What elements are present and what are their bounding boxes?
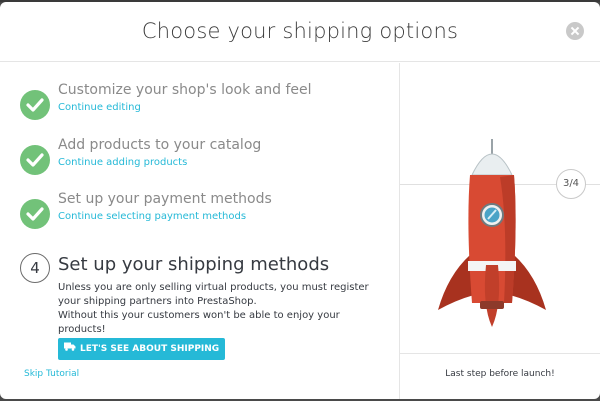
progress-pane: 3/4 Last step before launch!: [399, 63, 600, 399]
description-line-1: Unless you are only selling virtual prod…: [58, 282, 369, 307]
rocket-icon: [430, 135, 570, 339]
current-step-title: Set up your shipping methods: [58, 254, 330, 275]
check-icon: [20, 199, 50, 229]
continue-adding-products-link[interactable]: Continue adding products: [58, 157, 187, 168]
skip-tutorial-link[interactable]: Skip Tutorial: [24, 369, 79, 379]
step-title: Add products to your catalog: [58, 137, 262, 153]
check-icon: [20, 90, 50, 120]
truck-icon: [64, 338, 76, 360]
current-step-description: Unless you are only selling virtual prod…: [58, 281, 388, 337]
lets-see-about-shipping-button[interactable]: LET'S SEE ABOUT SHIPPING: [58, 338, 226, 360]
check-icon: [20, 145, 50, 175]
launch-text: Last step before launch!: [445, 369, 555, 379]
description-line-2: Without this your customers won't be abl…: [58, 310, 340, 335]
step-title: Customize your shop's look and feel: [58, 82, 312, 98]
close-icon[interactable]: [566, 22, 584, 40]
launch-divider: [400, 353, 600, 354]
modal-header: Choose your shipping options: [0, 2, 600, 62]
modal-body: Customize your shop's look and feel Cont…: [0, 63, 600, 399]
onboarding-modal: Choose your shipping options Customize y…: [0, 2, 600, 399]
continue-selecting-payment-link[interactable]: Continue selecting payment methods: [58, 211, 246, 222]
button-label: LET'S SEE ABOUT SHIPPING: [80, 344, 220, 354]
progress-counter: 3/4: [556, 169, 586, 199]
step-number-badge: 4: [20, 253, 50, 283]
continue-editing-link[interactable]: Continue editing: [58, 102, 141, 113]
modal-title: Choose your shipping options: [141, 19, 459, 43]
steps-pane: Customize your shop's look and feel Cont…: [0, 63, 399, 399]
step-title: Set up your payment methods: [58, 191, 272, 207]
